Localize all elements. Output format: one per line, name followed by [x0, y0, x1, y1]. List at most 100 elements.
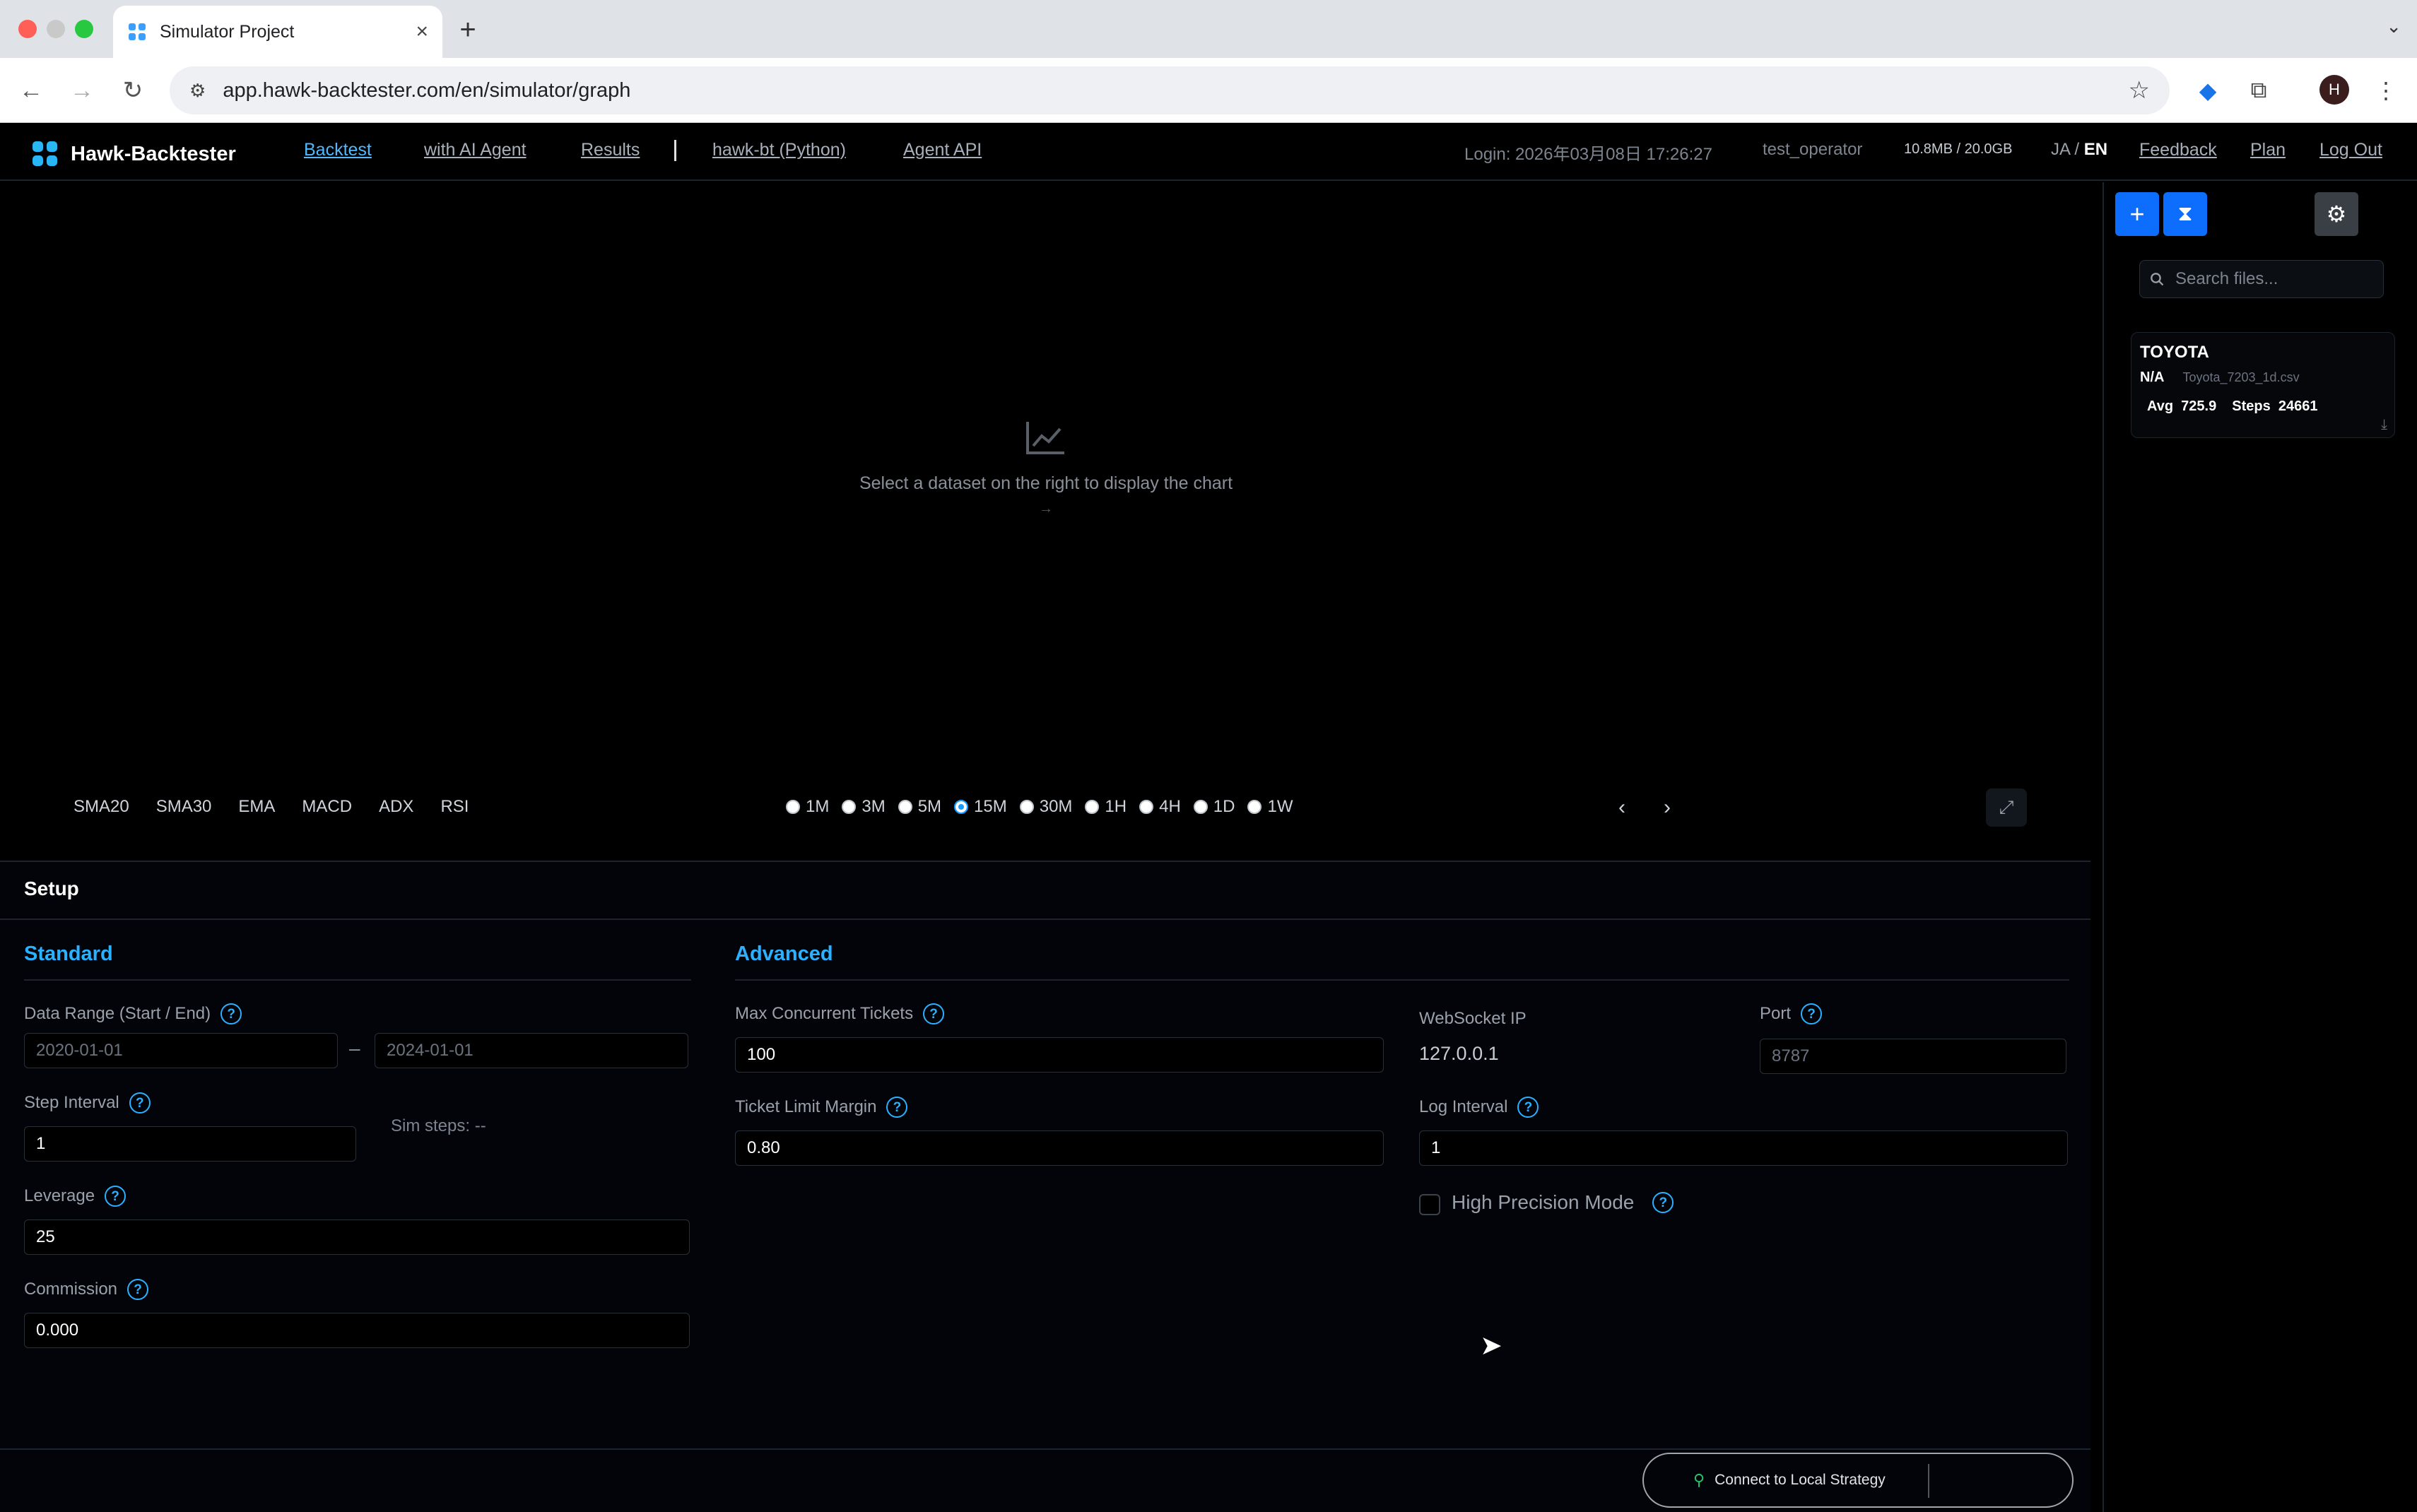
radio-icon[interactable] [898, 800, 912, 814]
radio-icon[interactable] [1085, 800, 1100, 814]
tab-search-chevron-icon[interactable]: ⌄ [2386, 16, 2401, 37]
radio-icon[interactable] [1139, 800, 1154, 814]
max-tickets-label: Max Concurrent Tickets? [735, 1003, 945, 1024]
bookmark-star-icon[interactable]: ☆ [2129, 76, 2150, 105]
lang-en[interactable]: EN [2084, 140, 2107, 159]
omnibox[interactable]: ⚙ app.hawk-backtester.com/en/simulator/g… [170, 66, 2170, 114]
dataset-steps: Steps 24661 [2232, 398, 2318, 414]
forward-icon[interactable]: → [65, 73, 99, 107]
port-input[interactable]: 8787 [1760, 1039, 2066, 1074]
indicator-sma20[interactable]: SMA20 [73, 797, 129, 817]
plug-icon: ⚲ [1693, 1471, 1705, 1489]
help-icon[interactable]: ? [105, 1186, 127, 1207]
timeframe-1h[interactable]: 1H [1085, 797, 1127, 817]
log-interval-input[interactable]: 1 [1419, 1130, 2068, 1166]
chevron-right-icon[interactable]: › [1664, 796, 1671, 820]
minimize-window-button[interactable] [47, 20, 65, 38]
websocket-ip-value: 127.0.0.1 [1419, 1043, 1499, 1064]
timeframe-1m[interactable]: 1M [786, 797, 829, 817]
brand-name: Hawk-Backtester [71, 142, 236, 165]
leverage-input[interactable]: 25 [24, 1219, 690, 1255]
plan-link[interactable]: Plan [2250, 140, 2286, 160]
app-logo[interactable]: Hawk-Backtester [31, 140, 236, 168]
address-bar-row: ← → ↻ ⚙ app.hawk-backtester.com/en/simul… [0, 58, 2417, 123]
indicator-sma30[interactable]: SMA30 [156, 797, 212, 817]
lang-ja[interactable]: JA [2051, 140, 2070, 159]
add-dataset-button[interactable]: + [2115, 192, 2159, 236]
nav-agent-api[interactable]: Agent API [903, 140, 982, 160]
timeframe-1w[interactable]: 1W [1247, 797, 1293, 817]
dataset-filename: Toyota_7203_1d.csv [2182, 370, 2300, 384]
port-label: Port? [1760, 1003, 1823, 1024]
browser-tab[interactable]: Simulator Project × [113, 6, 442, 58]
connect-label: Connect to Local Strategy [1715, 1472, 1886, 1488]
reload-icon[interactable]: ↻ [116, 73, 150, 107]
help-icon[interactable]: ? [1517, 1097, 1539, 1118]
connect-local-strategy-button[interactable]: ⚲ Connect to Local Strategy [1642, 1453, 2074, 1508]
step-interval-input[interactable]: 1 [24, 1126, 356, 1162]
radio-icon[interactable] [1247, 800, 1262, 814]
dataset-card[interactable]: TOYOTA N/A Toyota_7203_1d.csv Avg 725.9 … [2131, 332, 2395, 438]
help-icon[interactable]: ? [923, 1003, 945, 1024]
extension-shield-icon[interactable]: ◆ [2191, 73, 2225, 107]
help-icon[interactable]: ? [127, 1279, 149, 1300]
indicator-adx[interactable]: ADX [379, 797, 413, 817]
feedback-link[interactable]: Feedback [2139, 140, 2217, 160]
websocket-ip-label: WebSocket IP [1419, 1009, 1527, 1028]
help-icon[interactable]: ? [1652, 1192, 1674, 1213]
history-button[interactable]: ⧗ [2163, 192, 2207, 236]
chevron-left-icon[interactable]: ‹ [1618, 796, 1625, 820]
help-icon[interactable]: ? [1801, 1003, 1823, 1024]
radio-icon[interactable] [1193, 800, 1208, 814]
maximize-window-button[interactable] [75, 20, 93, 38]
search-input[interactable] [2175, 269, 2373, 289]
hawk-logo-icon [33, 141, 57, 166]
timeframe-4h[interactable]: 4H [1139, 797, 1181, 817]
username: test_operator [1763, 140, 1863, 159]
high-precision-checkbox[interactable] [1419, 1194, 1440, 1215]
download-icon[interactable]: ⤓ [2381, 417, 2387, 433]
timeframe-15m[interactable]: 15M [954, 797, 1007, 817]
fullscreen-icon[interactable]: ⤢ [1986, 789, 2027, 827]
help-icon[interactable]: ? [129, 1092, 151, 1114]
timeframe-3m[interactable]: 3M [842, 797, 886, 817]
nav-backtest[interactable]: Backtest [304, 140, 372, 160]
profile-avatar[interactable]: H [2319, 75, 2349, 105]
radio-icon[interactable] [1019, 800, 1034, 814]
help-icon[interactable]: ? [220, 1003, 242, 1024]
language-switcher[interactable]: JA / EN [2051, 140, 2107, 160]
timeframe-5m[interactable]: 5M [898, 797, 941, 817]
log-interval-label: Log Interval? [1419, 1097, 1539, 1118]
indicator-ema[interactable]: EMA [238, 797, 275, 817]
back-icon[interactable]: ← [14, 73, 48, 107]
commission-input[interactable]: 0.000 [24, 1313, 690, 1348]
end-date-input[interactable]: 2024-01-01 [375, 1033, 688, 1068]
nav-results[interactable]: Results [581, 140, 640, 160]
indicator-rsi[interactable]: RSI [440, 797, 469, 817]
timeframe-30m[interactable]: 30M [1019, 797, 1072, 817]
chart-area: Select a dataset on the right to display… [0, 182, 2103, 861]
settings-button[interactable]: ⚙ [2315, 192, 2358, 236]
tab-close-icon[interactable]: × [416, 20, 428, 44]
radio-selected-icon[interactable] [954, 800, 969, 814]
close-window-button[interactable] [18, 20, 37, 38]
new-tab-button[interactable]: + [448, 10, 488, 49]
radio-icon[interactable] [842, 800, 857, 814]
file-search[interactable] [2139, 260, 2384, 298]
start-date-input[interactable]: 2020-01-01 [24, 1033, 338, 1068]
range-dash: – [349, 1037, 360, 1059]
browser-menu-icon[interactable]: ⋮ [2369, 73, 2403, 107]
ticket-margin-input[interactable]: 0.80 [735, 1130, 1384, 1166]
radio-icon[interactable] [786, 800, 800, 814]
extensions-puzzle-icon[interactable]: ⧉ [2242, 73, 2276, 107]
max-tickets-input[interactable]: 100 [735, 1037, 1384, 1073]
timeframe-1d[interactable]: 1D [1193, 797, 1235, 817]
url-text: app.hawk-backtester.com/en/simulator/gra… [223, 78, 631, 102]
nav-ai-agent[interactable]: with AI Agent [424, 140, 527, 160]
logout-link[interactable]: Log Out [2319, 140, 2382, 160]
site-settings-icon[interactable]: ⚙ [189, 80, 206, 102]
help-icon[interactable]: ? [886, 1097, 908, 1118]
indicator-macd[interactable]: MACD [302, 797, 352, 817]
standard-heading: Standard [24, 943, 113, 965]
nav-hawk-bt-python[interactable]: hawk-bt (Python) [712, 140, 846, 160]
